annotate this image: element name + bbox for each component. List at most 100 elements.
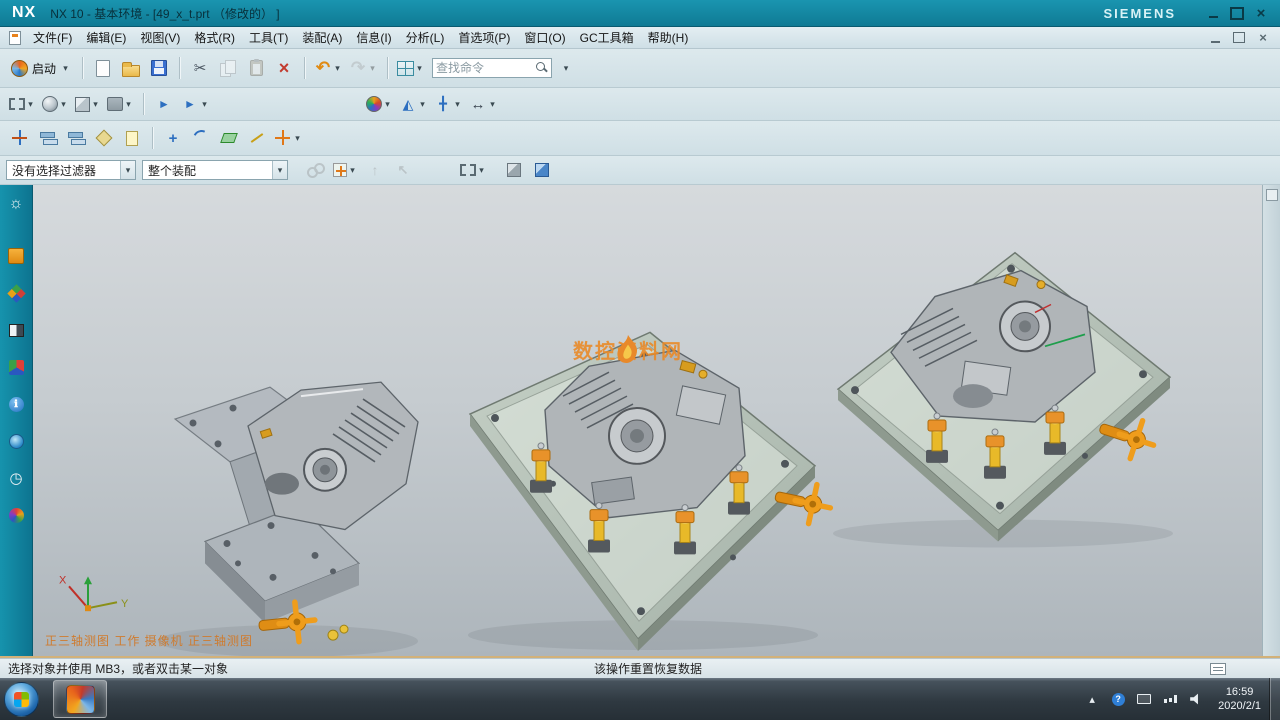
keyboard-status-icon[interactable] xyxy=(1210,663,1226,675)
show-component-button[interactable] xyxy=(529,156,555,184)
part-navigator-button[interactable] xyxy=(3,319,29,341)
window-layout-button[interactable] xyxy=(395,54,427,82)
datum-axis-button[interactable] xyxy=(244,124,270,152)
dropdown-arrow-icon[interactable] xyxy=(123,99,134,110)
dropdown-arrow-icon[interactable] xyxy=(487,99,498,110)
assembly-left[interactable] xyxy=(158,382,418,656)
dropdown-arrow-icon[interactable] xyxy=(367,63,378,74)
menu-gc-toolbox[interactable]: GC工具箱 xyxy=(573,27,641,48)
dropdown-arrow-icon[interactable] xyxy=(58,99,69,110)
delete-button[interactable] xyxy=(271,54,297,82)
save-button[interactable] xyxy=(146,54,172,82)
snap-link-button[interactable] xyxy=(303,156,329,184)
selection-filter-combo[interactable]: 没有选择过滤器 xyxy=(6,160,136,180)
chevron-down-icon[interactable] xyxy=(272,161,287,179)
close-button[interactable]: × xyxy=(1250,4,1272,22)
roles-button[interactable] xyxy=(3,193,29,215)
menu-window[interactable]: 窗口(O) xyxy=(517,27,572,48)
point-button[interactable] xyxy=(160,124,186,152)
create-component-button[interactable] xyxy=(331,156,360,184)
reuse-library-button[interactable] xyxy=(3,356,29,378)
paste-button[interactable] xyxy=(243,54,269,82)
menu-information[interactable]: 信息(I) xyxy=(349,27,398,48)
find-command-input[interactable] xyxy=(436,61,536,75)
child-minimize-button[interactable] xyxy=(1204,30,1226,45)
dropdown-arrow-icon[interactable] xyxy=(292,133,303,144)
pan-rotate-button[interactable] xyxy=(179,90,212,118)
layer-category-button[interactable] xyxy=(63,124,89,152)
viewport-canvas[interactable]: X Y xyxy=(33,185,1262,656)
volume-button[interactable] xyxy=(1188,691,1204,707)
ime-indicator-button[interactable] xyxy=(1136,691,1152,707)
constraint-navigator-button[interactable] xyxy=(3,282,29,304)
dropdown-arrow-icon[interactable] xyxy=(382,99,393,110)
menu-edit[interactable]: 编辑(E) xyxy=(79,27,133,48)
dropdown-arrow-icon[interactable] xyxy=(417,99,428,110)
copy-button[interactable] xyxy=(215,54,241,82)
web-browser-button[interactable] xyxy=(3,430,29,452)
child-restore-button[interactable] xyxy=(1228,30,1250,45)
move-up-button[interactable] xyxy=(362,156,388,184)
menu-preferences[interactable]: 首选项(P) xyxy=(451,27,517,48)
menu-view[interactable]: 视图(V) xyxy=(133,27,187,48)
open-button[interactable] xyxy=(118,54,144,82)
render-style-button[interactable] xyxy=(364,90,395,118)
dropdown-arrow-icon[interactable] xyxy=(476,165,487,176)
dropdown-arrow-icon[interactable] xyxy=(199,99,210,110)
dropdown-arrow-icon[interactable] xyxy=(414,63,425,74)
annotation-button[interactable] xyxy=(91,124,117,152)
dropdown-arrow-icon[interactable] xyxy=(452,99,463,110)
menu-file[interactable]: 文件(F) xyxy=(26,27,79,48)
selection-scope-combo[interactable]: 整个装配 xyxy=(142,160,288,180)
select-filter-button[interactable] xyxy=(7,90,38,118)
wcs-display-button[interactable] xyxy=(7,124,33,152)
layer-settings-button[interactable] xyxy=(35,124,61,152)
hidden-icons-button[interactable] xyxy=(1084,691,1100,707)
taskbar-clock[interactable]: 16:59 2020/2/1 xyxy=(1218,685,1261,714)
start-menu-button[interactable]: 启动 xyxy=(6,58,76,79)
select-box-button[interactable] xyxy=(458,156,489,184)
dropdown-arrow-icon[interactable] xyxy=(25,99,36,110)
measure-distance-button[interactable] xyxy=(467,90,500,118)
help-center-button[interactable] xyxy=(1110,691,1126,707)
new-button[interactable] xyxy=(90,54,116,82)
menu-tools[interactable]: 工具(T) xyxy=(242,27,295,48)
dropdown-arrow-icon[interactable] xyxy=(347,165,358,176)
orient-view-button[interactable] xyxy=(73,90,103,118)
menu-help[interactable]: 帮助(H) xyxy=(641,27,696,48)
redo-button[interactable] xyxy=(347,54,380,82)
assembly-middle[interactable] xyxy=(468,332,835,651)
maximize-button[interactable] xyxy=(1226,4,1248,22)
dropdown-arrow-icon[interactable] xyxy=(60,63,71,74)
datum-plane-button[interactable] xyxy=(216,124,242,152)
menu-assembly[interactable]: 装配(A) xyxy=(295,27,349,48)
dropdown-arrow-icon[interactable] xyxy=(332,63,343,74)
shaded-view-button[interactable] xyxy=(40,90,71,118)
undo-button[interactable] xyxy=(312,54,345,82)
snap-point-button[interactable] xyxy=(432,90,465,118)
menu-analysis[interactable]: 分析(L) xyxy=(399,27,452,48)
chevron-down-icon[interactable] xyxy=(120,161,135,179)
find-command-history-button[interactable] xyxy=(553,54,579,82)
arc-button[interactable] xyxy=(188,124,214,152)
menu-format[interactable]: 格式(R) xyxy=(187,27,242,48)
hd3d-tools-button[interactable] xyxy=(3,393,29,415)
show-hide-button[interactable] xyxy=(151,90,177,118)
minimize-button[interactable] xyxy=(1202,4,1224,22)
dropdown-arrow-icon[interactable] xyxy=(90,99,101,110)
assembly-right[interactable] xyxy=(833,253,1173,548)
nx-taskbar-button[interactable] xyxy=(53,680,107,718)
network-status-button[interactable] xyxy=(1162,691,1178,707)
start-orb-button[interactable] xyxy=(4,682,39,717)
window-edge-strip[interactable] xyxy=(1262,185,1280,656)
history-button[interactable] xyxy=(3,467,29,489)
child-close-button[interactable]: × xyxy=(1252,30,1274,45)
show-desktop-button[interactable] xyxy=(1269,678,1280,720)
cut-button[interactable] xyxy=(187,54,213,82)
true-shading-button[interactable] xyxy=(397,90,430,118)
background-color-button[interactable] xyxy=(105,90,136,118)
datum-csys-button[interactable] xyxy=(272,124,305,152)
palette-button[interactable] xyxy=(3,504,29,526)
assembly-navigator-button[interactable] xyxy=(3,245,29,267)
open-parent-button[interactable] xyxy=(390,156,416,184)
